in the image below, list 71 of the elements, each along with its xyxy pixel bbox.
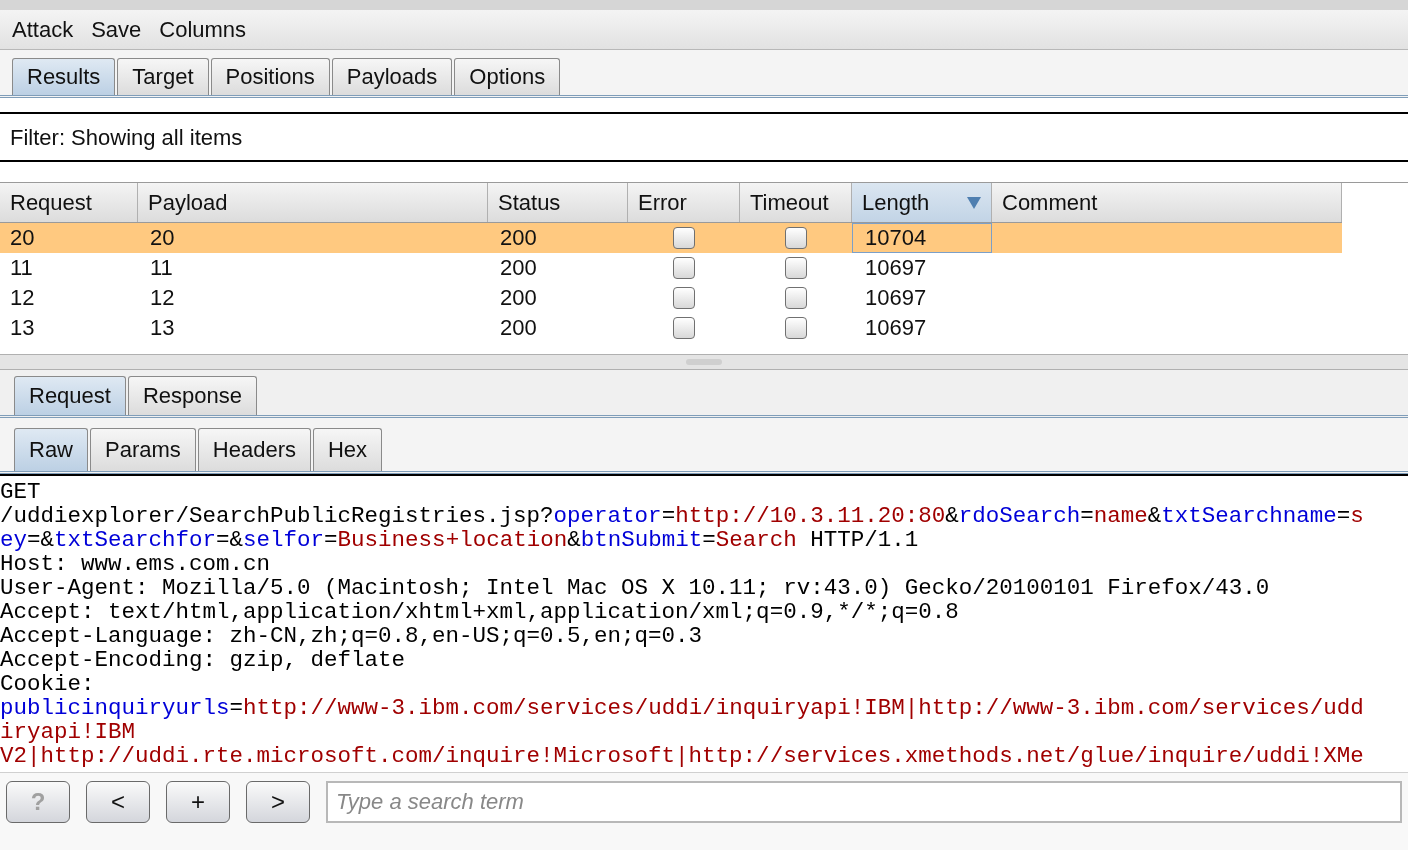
code-line: Accept-Language: zh-CN,zh;q=0.8,en-US;q=0.5,en;q=0.3 xyxy=(0,624,704,648)
column-header[interactable]: Comment xyxy=(992,183,1342,222)
code-line: Cookie: xyxy=(0,672,96,696)
table-cell-text: 12 xyxy=(9,284,36,312)
code-line: User-Agent: Mozilla/5.0 (Macintosh; Intel Mac OS X 10.11; rv:43.0) Gecko/20100101 Firefox/43.0 xyxy=(0,576,1271,600)
checkbox[interactable] xyxy=(673,287,695,309)
sort-descending-icon xyxy=(967,196,981,209)
code-line: Accept-Encoding: gzip, deflate xyxy=(0,648,407,672)
menu-item[interactable]: Columns xyxy=(159,13,247,46)
checkbox[interactable] xyxy=(673,317,695,339)
table-cell-text: 11 xyxy=(9,254,34,282)
tab[interactable]: Results xyxy=(12,58,116,95)
column-label: Timeout xyxy=(750,189,829,217)
code-line: publicinquiryurls=http://www-3.ibm.com/services/uddi/inquiryapi!IBM|http://www-3.ibm.com/services/udd xyxy=(0,696,1365,720)
column-label: Payload xyxy=(148,189,228,217)
column-label: Request xyxy=(10,189,92,217)
table-cell-text: 200 xyxy=(499,224,538,252)
tab[interactable]: Payloads xyxy=(331,58,453,95)
column-label: Status xyxy=(498,189,561,217)
checkbox[interactable] xyxy=(673,257,695,279)
code-line: GET xyxy=(0,480,42,504)
code-line: V2|http://uddi.rte.microsoft.com/inquire!Microsoft|http://services.xmethods.net/glue/inquire/uddi!XMe xyxy=(0,744,1365,768)
table-cell: 10704 xyxy=(852,223,992,253)
checkbox[interactable] xyxy=(785,317,807,339)
table-cell-text: 10697 xyxy=(864,284,928,312)
column-header[interactable]: Request xyxy=(0,183,138,222)
column-label: Length xyxy=(862,189,930,217)
table-cell-text: 200 xyxy=(499,284,538,312)
menu-item[interactable]: Attack xyxy=(12,13,74,46)
code-line: Accept: text/html,application/xhtml+xml,application/xml;q=0.9,*/*;q=0.8 xyxy=(0,600,960,624)
code-line: Host: www.ems.com.cn xyxy=(0,552,272,576)
search-field[interactable]: Type a search term xyxy=(326,781,1402,823)
table-cell-text: 200 xyxy=(499,254,538,282)
column-header[interactable]: Length xyxy=(852,183,992,222)
tab[interactable]: Raw xyxy=(14,428,88,471)
table-cell-text: 13 xyxy=(149,314,176,342)
code-line: /uddiexplorer/SearchPublicRegistries.jsp?operator=http://10.3.11.20:80&rdoSearch=name&txtSearchname=s xyxy=(0,504,1365,528)
tab[interactable]: Request xyxy=(14,376,126,415)
filter-label[interactable]: Filter: Showing all items xyxy=(10,120,243,154)
table-cell-text: 200 xyxy=(499,314,538,342)
checkbox[interactable] xyxy=(785,227,807,249)
table-cell-text: 11 xyxy=(149,254,174,282)
column-label: Error xyxy=(638,189,687,217)
table-cell-text: 20 xyxy=(149,224,176,252)
code-line: ey=&txtSearchfor=&selfor=Business+location&btnSubmit=Search HTTP/1.1 xyxy=(0,528,920,552)
checkbox[interactable] xyxy=(785,257,807,279)
table-cell-text: 10697 xyxy=(864,254,928,282)
table-cell-text: 13 xyxy=(9,314,36,342)
nav-button[interactable]: < xyxy=(86,781,150,823)
tab[interactable]: Target xyxy=(117,58,209,95)
tab[interactable]: Options xyxy=(454,58,561,95)
tab[interactable]: Params xyxy=(90,428,196,471)
table-cell-text: 20 xyxy=(9,224,36,252)
raw-message-editor[interactable] xyxy=(0,474,1408,772)
nav-button[interactable]: > xyxy=(246,781,310,823)
column-header[interactable]: Status xyxy=(488,183,628,222)
checkbox[interactable] xyxy=(785,287,807,309)
table-cell-text: 10697 xyxy=(864,314,928,342)
tab[interactable]: Positions xyxy=(210,58,330,95)
tab[interactable]: Headers xyxy=(197,428,311,471)
tab[interactable]: Hex xyxy=(312,428,383,471)
tab[interactable]: Response xyxy=(127,376,258,415)
code-line: iryapi!IBM xyxy=(0,720,137,744)
menu-item[interactable]: Save xyxy=(91,13,142,46)
column-label: Comment xyxy=(1002,189,1098,217)
nav-button[interactable]: + xyxy=(166,781,230,823)
column-header[interactable]: Error xyxy=(628,183,740,222)
table-row[interactable]: 20 20 200 10704 xyxy=(0,223,1342,253)
table-cell-text: 12 xyxy=(149,284,176,312)
checkbox[interactable] xyxy=(673,227,695,249)
column-header[interactable]: Payload xyxy=(138,183,488,222)
